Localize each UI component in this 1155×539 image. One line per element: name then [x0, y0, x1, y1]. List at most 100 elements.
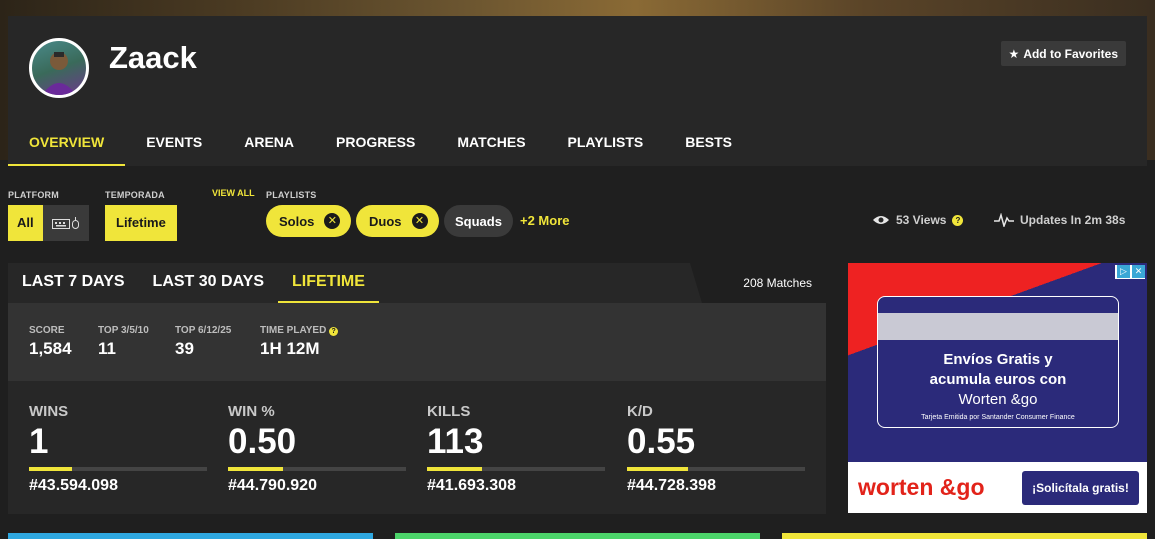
stat-value: 0.50 — [228, 422, 297, 461]
ad-cta-button[interactable]: ¡Solicítala gratis! — [1022, 471, 1139, 505]
playlist-chip-label: Solos — [279, 213, 315, 229]
stat-label: WIN % — [228, 403, 275, 420]
tab-playlists[interactable]: PLAYLISTS — [547, 120, 665, 166]
stat-label: WINS — [29, 403, 69, 420]
percentile-bar — [427, 467, 605, 471]
playlist-chip-squads[interactable]: Squads — [444, 205, 513, 237]
ad-line: acumula euros con — [929, 371, 1067, 388]
remove-icon[interactable]: ✕ — [411, 213, 428, 229]
ad-info-icon[interactable]: ▷ — [1117, 265, 1130, 278]
ad-close-icon[interactable]: ✕ — [1132, 265, 1145, 278]
summary-stats: SCORE 1,584 TOP 3/5/10 11 TOP 6/12/25 39… — [8, 303, 826, 381]
percentile-bar — [627, 467, 805, 471]
ad-banner: ▷ ✕ Envíos Gratis y acumula euros con Wo… — [848, 263, 1147, 462]
tab-progress[interactable]: PROGRESS — [315, 120, 436, 166]
update-timer: Updates In 2m 38s — [994, 213, 1125, 227]
tab-arena[interactable]: ARENA — [223, 120, 315, 166]
summary-label: TOP 3/5/10 — [98, 325, 149, 336]
tab-matches[interactable]: MATCHES — [436, 120, 546, 166]
advertisement[interactable]: ▷ ✕ Envíos Gratis y acumula euros con Wo… — [848, 263, 1147, 513]
pulse-icon — [994, 213, 1014, 227]
time-played-label: TIME PLAYED — [260, 325, 327, 336]
summary-top-6-12-25: TOP 6/12/25 39 — [175, 325, 231, 359]
ad-headline: Envíos Gratis y acumula euros con Worten… — [878, 350, 1118, 410]
views-counter: 53 Views ? — [872, 213, 964, 227]
playlist-chip-solos[interactable]: Solos ✕ — [266, 205, 352, 237]
percentile-bar — [29, 467, 207, 471]
stat-label: K/D — [627, 403, 653, 420]
range-tabs: LAST 7 DAYS LAST 30 DAYS LIFETIME — [8, 263, 379, 303]
playlist-chip-label: Duos — [369, 213, 402, 229]
stat-win-percent: WIN % 0.50 #44.790.920 — [228, 403, 406, 495]
matches-count: 208 Matches — [690, 263, 826, 303]
profile-tabs: OVERVIEW EVENTS ARENA PROGRESS MATCHES P… — [8, 120, 753, 166]
view-all-link[interactable]: VIEW ALL — [212, 188, 255, 198]
stat-value: 1 — [29, 422, 49, 461]
help-icon[interactable]: ? — [329, 327, 339, 336]
stats-panel: LAST 7 DAYS LAST 30 DAYS LIFETIME 208 Ma… — [8, 263, 826, 514]
remove-icon[interactable]: ✕ — [324, 213, 341, 229]
percentile-bar-fill — [627, 467, 688, 471]
filters-bar: PLATFORM All TEMPORADA Lifetime VIEW ALL… — [8, 186, 1147, 246]
ad-line: Envíos Gratis y — [943, 351, 1053, 368]
percentile-bar-fill — [29, 467, 72, 471]
tab-bests[interactable]: BESTS — [664, 120, 753, 166]
percentile-bar — [228, 467, 406, 471]
stat-kd: K/D 0.55 #44.728.398 — [627, 403, 805, 495]
summary-label: TOP 6/12/25 — [175, 325, 232, 336]
card-stripe — [878, 313, 1118, 340]
range-tab-lifetime[interactable]: LIFETIME — [278, 263, 379, 303]
stat-rank: #43.594.098 — [29, 477, 118, 494]
stat-rank: #41.693.308 — [427, 477, 516, 494]
add-to-favorites-button[interactable]: ★ Add to Favorites — [1000, 41, 1126, 66]
summary-value: 11 — [98, 339, 116, 358]
avatar-icon — [42, 52, 76, 95]
ad-brand-logo: worten &go — [858, 474, 985, 500]
ad-fine-print: Tarjeta Emitida por Santander Consumer F… — [921, 414, 1075, 421]
ad-choices[interactable]: ▷ ✕ — [1115, 265, 1145, 279]
stat-wins: WINS 1 #43.594.098 — [29, 403, 207, 495]
summary-score: SCORE 1,584 — [29, 325, 72, 359]
player-name: Zaack — [109, 40, 197, 75]
stat-label: KILLS — [427, 403, 471, 420]
summary-label: TIME PLAYED ? — [260, 325, 339, 336]
temporada-label: TEMPORADA — [105, 190, 165, 200]
star-icon: ★ — [1008, 46, 1020, 61]
summary-value: 1,584 — [29, 339, 72, 358]
keyboard-mouse-option[interactable] — [42, 205, 89, 241]
stat-rank: #44.728.398 — [627, 477, 716, 494]
summary-time-played: TIME PLAYED ? 1H 12M — [260, 325, 339, 359]
platform-all-option[interactable]: All — [8, 205, 43, 241]
summary-label: SCORE — [29, 325, 65, 336]
percentile-bar-fill — [228, 467, 284, 471]
help-icon[interactable]: ? — [952, 214, 964, 226]
stat-value: 113 — [427, 422, 484, 461]
ad-line: Worten &go — [958, 391, 1038, 408]
profile-header: Zaack ★ Add to Favorites OVERVIEW EVENTS… — [8, 16, 1147, 166]
stat-value: 0.55 — [627, 422, 696, 461]
playlists-label: PLAYLISTS — [266, 190, 317, 200]
playlist-chip-duos[interactable]: Duos ✕ — [356, 205, 439, 237]
summary-value: 1H 12M — [260, 339, 320, 358]
platform-selector: All — [8, 205, 89, 241]
summary-value: 39 — [175, 339, 194, 358]
range-tab-last-7-days[interactable]: LAST 7 DAYS — [8, 263, 139, 303]
stat-kills: KILLS 113 #41.693.308 — [427, 403, 605, 495]
playlist-chip-label: Squads — [455, 213, 502, 229]
temporada-selector[interactable]: Lifetime — [105, 205, 177, 241]
keyboard-mouse-icon — [51, 217, 79, 229]
summary-top-3-5-10: TOP 3/5/10 11 — [98, 325, 149, 359]
eye-icon — [873, 216, 889, 224]
updates-text: Updates In 2m 38s — [1020, 213, 1126, 227]
tab-overview[interactable]: OVERVIEW — [8, 120, 126, 166]
stat-rank: #44.790.920 — [228, 477, 317, 494]
bottom-card-green — [395, 533, 760, 539]
percentile-bar-fill — [427, 467, 483, 471]
views-text: 53 Views — [896, 213, 947, 227]
tab-events[interactable]: EVENTS — [125, 120, 223, 166]
bottom-card-yellow — [782, 533, 1147, 539]
platform-label: PLATFORM — [8, 190, 59, 200]
more-playlists-link[interactable]: +2 More — [520, 213, 570, 228]
ad-card: Envíos Gratis y acumula euros con Worten… — [877, 296, 1119, 428]
range-tab-last-30-days[interactable]: LAST 30 DAYS — [139, 263, 278, 303]
